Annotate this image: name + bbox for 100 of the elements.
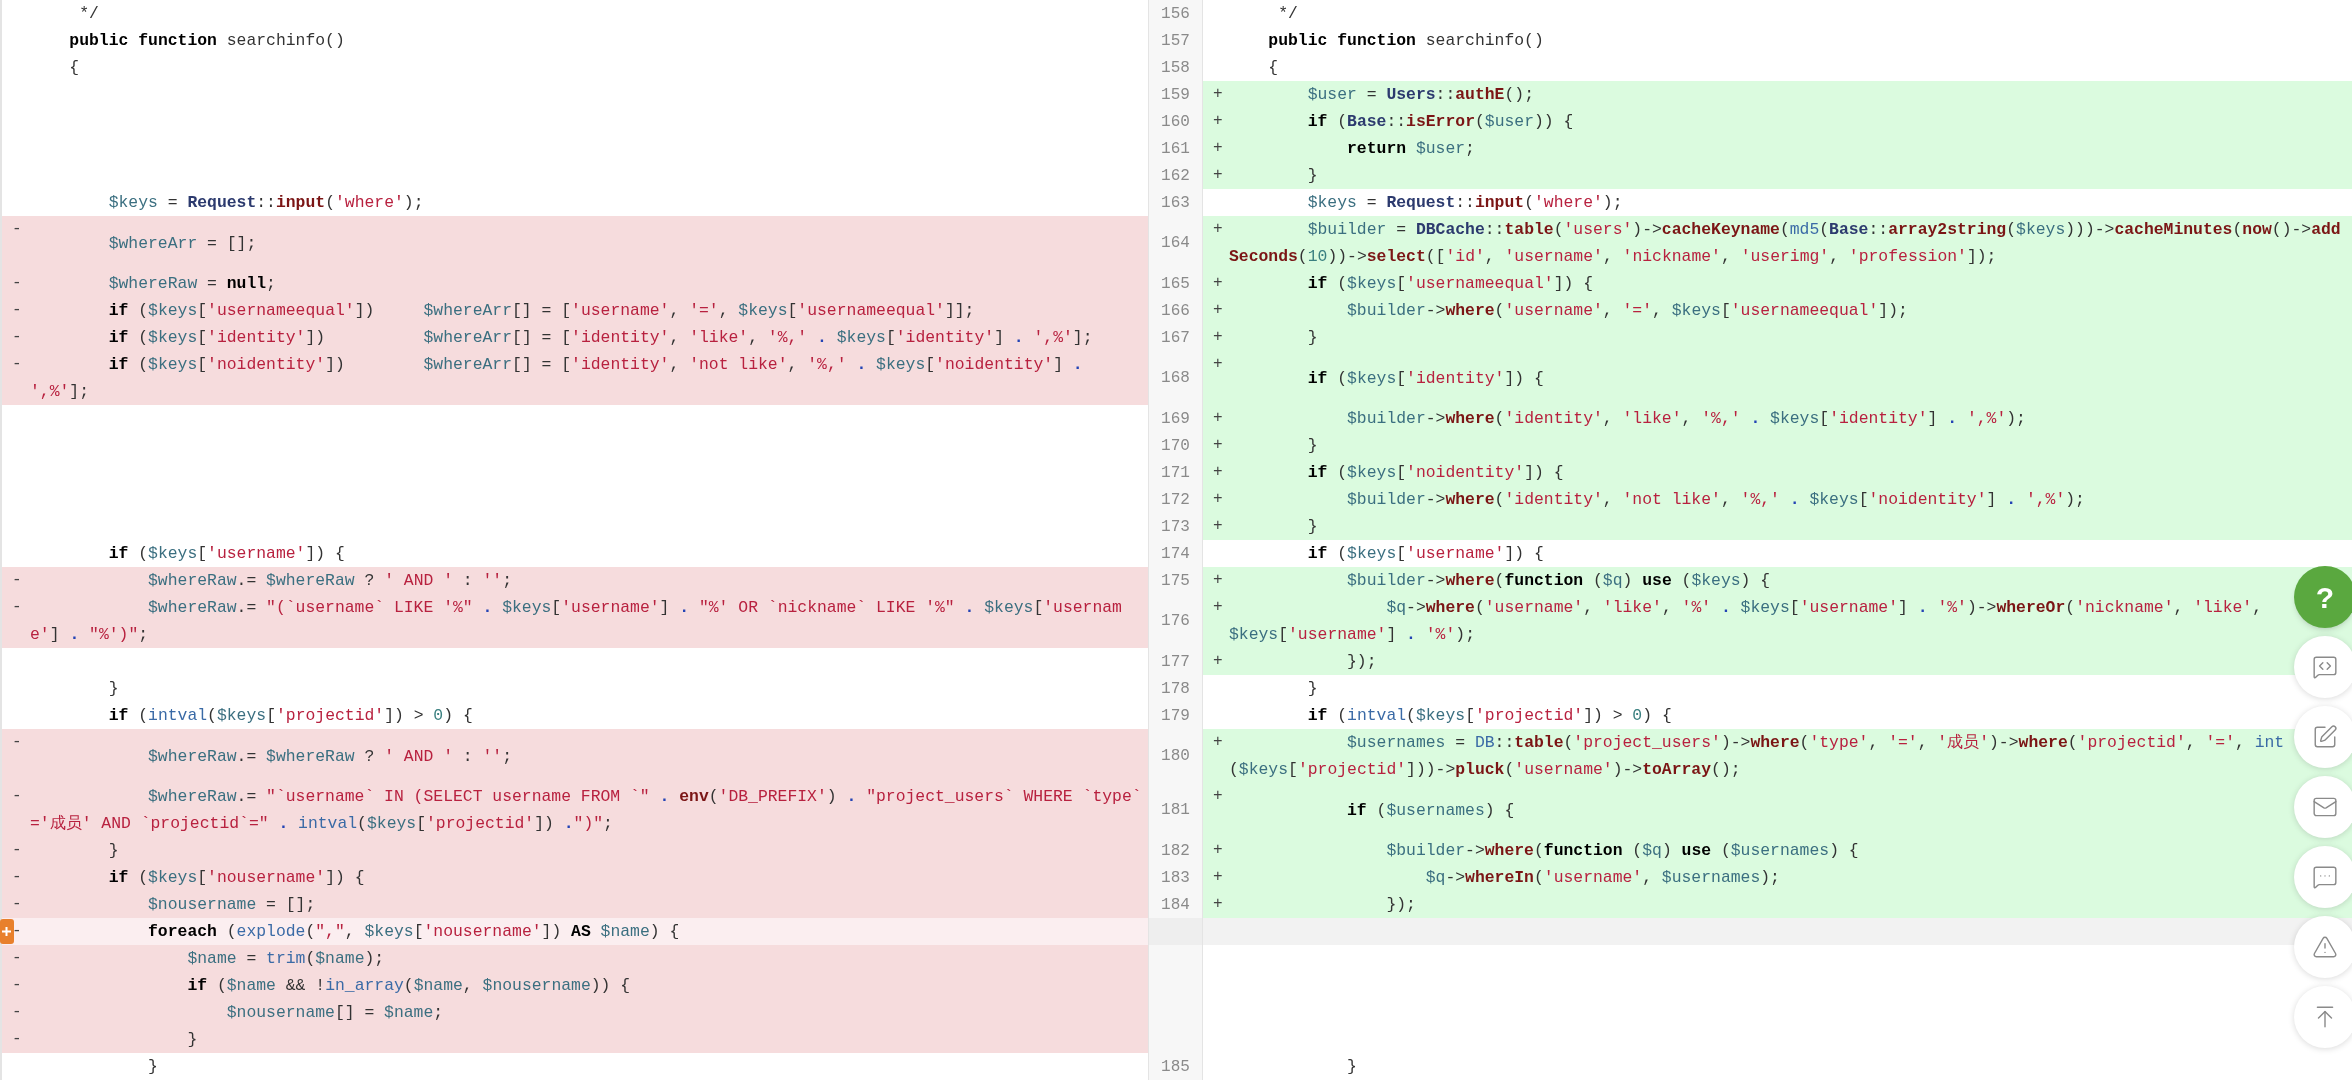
code-line: } [1306, 327, 1318, 349]
line-number: 161 [1148, 135, 1203, 162]
line-number: 185 [1148, 1053, 1203, 1080]
code-line: if ($keys['identity']) $whereArr[] = ['identity', 'like', '%,' . $keys['identity'] . ',%']; [107, 327, 1093, 349]
chat-bubble-icon [2312, 864, 2338, 890]
line-number: 159 [1148, 81, 1203, 108]
diff-marker: - [12, 570, 22, 591]
diff-marker: + [1213, 165, 1223, 186]
code-line: if ($keys['usernameequal']) $whereArr[] = ['username', '=', $keys['usernameequal']]; [107, 300, 975, 322]
code-line: $whereRaw.= "`username` IN (SELECT username FROM `" . env('DB_PREFIX') . "project_users` WHERE `type` [147, 786, 1142, 808]
line-number: 172 [1148, 486, 1203, 513]
line-number: 170 [1148, 432, 1203, 459]
edit-icon [2312, 724, 2338, 750]
diff-marker: + [1213, 219, 1223, 240]
code-bubble-icon [2312, 654, 2338, 680]
code-line: ($keys['projectid']))->pluck('username')->toArray(); [1229, 759, 1741, 781]
diff-marker: + [1213, 894, 1223, 915]
code-line: }); [1346, 651, 1377, 673]
line-number: 162 [1148, 162, 1203, 189]
code-line: if ($keys['nousername']) { [107, 867, 365, 889]
code-line: $builder->where('username', '=', $keys['usernameequal']); [1346, 300, 1908, 322]
code-line: $user = Users::authE(); [1306, 84, 1534, 106]
code-line: $keys['username'] . '%'); [1229, 624, 1475, 646]
code-line: $nousername = []; [147, 894, 316, 916]
diff-marker: + [1213, 408, 1223, 429]
line-number: 177 [1148, 648, 1203, 675]
line-number: 158 [1148, 54, 1203, 81]
line-number: 175 [1148, 567, 1203, 594]
line-number: 176 [1148, 594, 1203, 648]
diff-marker: + [1213, 300, 1223, 321]
warning-icon [2312, 934, 2338, 960]
code-line: $keys = Request::input('where'); [107, 192, 424, 214]
diff-marker: - [12, 354, 22, 375]
line-number: 181 [1148, 783, 1203, 837]
code-line: $nousername[] = $name; [225, 1002, 444, 1024]
code-line: if ($keys['identity']) { [1306, 367, 1544, 390]
code-line: { [1267, 57, 1279, 79]
diff-marker: + [1213, 111, 1223, 132]
diff-marker: + [1213, 597, 1223, 618]
code-line: $builder->where('identity', 'like', '%,' . $keys['identity'] . ',%'); [1346, 408, 2026, 430]
code-line: if ($keys['noidentity']) { [1306, 462, 1564, 484]
line-number: 184 [1148, 891, 1203, 918]
code-line: $whereArr = []; [107, 232, 257, 255]
diff-marker: + [1213, 138, 1223, 159]
line-number: 163 [1148, 189, 1203, 216]
diff-marker: + [1213, 462, 1223, 483]
code-line: return $user; [1346, 138, 1475, 160]
code-line: if ($name && !in_array($name, $nousername)) { [186, 975, 631, 997]
line-number: 173 [1148, 513, 1203, 540]
code-line: if (intval($keys['projectid']) > 0) { [107, 705, 473, 727]
diff-marker: + [1213, 732, 1223, 753]
line-number: 167 [1148, 324, 1203, 351]
code-line: if ($usernames) { [1346, 799, 1515, 822]
code-line: $whereRaw.= $whereRaw ? ' AND ' : ''; [147, 570, 513, 592]
diff-marker: - [12, 840, 22, 861]
code-line: if (Base::isError($user)) { [1306, 111, 1574, 133]
diff-marker: - [12, 786, 22, 807]
line-number: 171 [1148, 459, 1203, 486]
code-line: */ [1277, 3, 1298, 25]
code-line: if ($keys['username']) { [107, 543, 345, 565]
gutter-cell [1148, 945, 1203, 972]
code-line: $name = trim($name); [186, 948, 385, 970]
diff-marker: - [12, 948, 22, 969]
code-line: } [1306, 678, 1318, 700]
line-number: 180 [1148, 729, 1203, 783]
code-line: Seconds(10))->select(['id', 'username', 'nickname', 'userimg', 'profession']); [1229, 246, 1997, 268]
line-number: 179 [1148, 702, 1203, 729]
diff-marker: - [12, 1029, 22, 1050]
diff-marker: - [12, 219, 22, 240]
code-line: e'] . "%')"; [30, 624, 149, 646]
diff-marker: + [1213, 435, 1223, 456]
code-line: $keys = Request::input('where'); [1306, 192, 1623, 214]
code-line: $whereRaw.= "(`username` LIKE '%" . $keys['username'] . "%' OR `nickname` LIKE '%" . $keys['usernam [147, 597, 1122, 619]
line-number: 182 [1148, 837, 1203, 864]
code-line: } [1306, 165, 1318, 187]
diff-marker: + [1213, 273, 1223, 294]
code-line: } [1306, 516, 1318, 538]
line-number: 164 [1148, 216, 1203, 270]
diff-marker: + [1213, 354, 1223, 375]
code-line: $whereRaw.= $whereRaw ? ' AND ' : ''; [147, 745, 513, 768]
diff-marker: - [12, 921, 22, 942]
plus-icon[interactable] [0, 919, 14, 944]
line-number: 157 [1148, 27, 1203, 54]
code-line: $builder = DBCache::table('users')->cacheKeyname(md5(Base::array2string($keys)))->cacheMinutes(now()->add [1306, 219, 2341, 241]
diff-marker: - [12, 273, 22, 294]
diff-marker: - [12, 867, 22, 888]
code-line: $q->whereIn('username', $usernames); [1424, 867, 1780, 889]
code-line: } [186, 1029, 198, 1051]
code-line: $whereRaw = null; [107, 273, 276, 295]
line-number: 168 [1148, 351, 1203, 405]
code-line: public function searchinfo() [1267, 30, 1544, 52]
code-line: $q->where('username', 'like', '%' . $keys['username'] . '%')->whereOr('nickname', 'like', [1385, 597, 2263, 619]
gutter-cell [1148, 918, 1203, 945]
code-line: $builder->where(function ($q) use ($usernames) { [1385, 840, 1859, 862]
code-line: } [1346, 1056, 1357, 1078]
line-number: 160 [1148, 108, 1203, 135]
line-number: 183 [1148, 864, 1203, 891]
diff-marker: - [12, 300, 22, 321]
line-number: 156 [1148, 0, 1203, 27]
line-number: 169 [1148, 405, 1203, 432]
